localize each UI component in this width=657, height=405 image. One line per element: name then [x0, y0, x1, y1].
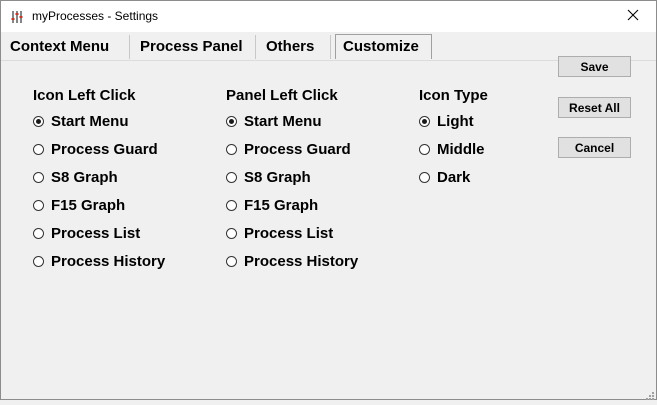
radio-label: Middle [437, 140, 485, 158]
panel-left-click-heading: Panel Left Click [226, 87, 338, 104]
radio-icon-process-list[interactable]: Process List [33, 223, 140, 243]
cancel-button[interactable]: Cancel [558, 137, 631, 158]
radio-label: Process History [51, 252, 166, 270]
radio-button[interactable] [226, 171, 237, 183]
radio-icon-f15-graph[interactable]: F15 Graph [33, 195, 125, 215]
icon-left-click-heading: Icon Left Click [33, 87, 136, 104]
tab-others[interactable]: Others [266, 33, 314, 60]
radio-button[interactable] [33, 171, 44, 183]
radio-label: Dark [437, 168, 471, 186]
icon-type-heading: Icon Type [419, 87, 488, 104]
radio-icon-type-dark[interactable]: Dark [419, 167, 470, 187]
radio-icon-s8-graph[interactable]: S8 Graph [33, 167, 118, 187]
tab-separator [255, 35, 256, 59]
radio-button[interactable] [226, 255, 237, 267]
radio-panel-f15-graph[interactable]: F15 Graph [226, 195, 318, 215]
radio-button[interactable] [226, 227, 237, 239]
tab-separator [129, 35, 130, 59]
radio-label: F15 Graph [51, 196, 126, 214]
reset-all-button[interactable]: Reset All [558, 97, 631, 118]
radio-button[interactable] [226, 143, 237, 155]
close-button[interactable] [610, 1, 656, 32]
radio-panel-start-menu[interactable]: Start Menu [226, 111, 322, 131]
radio-panel-s8-graph[interactable]: S8 Graph [226, 167, 311, 187]
settings-window: myProcesses - Settings Context Menu Proc… [0, 0, 657, 400]
save-button[interactable]: Save [558, 56, 631, 77]
title-bar: myProcesses - Settings [1, 1, 656, 32]
radio-icon-start-menu[interactable]: Start Menu [33, 111, 129, 131]
radio-button[interactable] [33, 143, 44, 155]
radio-button[interactable] [226, 199, 237, 211]
radio-label: Process List [244, 224, 334, 242]
radio-label: F15 Graph [244, 196, 319, 214]
radio-icon-process-history[interactable]: Process History [33, 251, 165, 271]
radio-button[interactable] [419, 143, 430, 155]
radio-button[interactable] [226, 115, 237, 127]
radio-button[interactable] [33, 199, 44, 211]
radio-label: S8 Graph [51, 168, 118, 186]
radio-label: Light [437, 112, 474, 130]
radio-label: Process Guard [51, 140, 158, 158]
tab-separator [330, 35, 331, 59]
radio-label: Start Menu [51, 112, 129, 130]
radio-label: Process History [244, 252, 359, 270]
radio-button[interactable] [33, 115, 44, 127]
radio-icon-process-guard[interactable]: Process Guard [33, 139, 158, 159]
tab-context-menu[interactable]: Context Menu [10, 33, 109, 60]
close-icon [627, 8, 639, 26]
radio-icon-type-middle[interactable]: Middle [419, 139, 485, 159]
tab-customize[interactable]: Customize [343, 33, 419, 60]
radio-label: S8 Graph [244, 168, 311, 186]
resize-grip-icon[interactable] [644, 387, 654, 400]
radio-icon-type-light[interactable]: Light [419, 111, 474, 131]
radio-panel-process-list[interactable]: Process List [226, 223, 333, 243]
radio-label: Process List [51, 224, 141, 242]
radio-panel-process-guard[interactable]: Process Guard [226, 139, 351, 159]
radio-panel-process-history[interactable]: Process History [226, 251, 358, 271]
radio-button[interactable] [33, 227, 44, 239]
radio-button[interactable] [419, 115, 430, 127]
radio-label: Process Guard [244, 140, 351, 158]
window-title: myProcesses - Settings [32, 9, 159, 23]
sliders-icon [10, 9, 26, 25]
radio-button[interactable] [419, 171, 430, 183]
radio-button[interactable] [33, 255, 44, 267]
radio-label: Start Menu [244, 112, 322, 130]
tab-process-panel[interactable]: Process Panel [140, 33, 243, 60]
